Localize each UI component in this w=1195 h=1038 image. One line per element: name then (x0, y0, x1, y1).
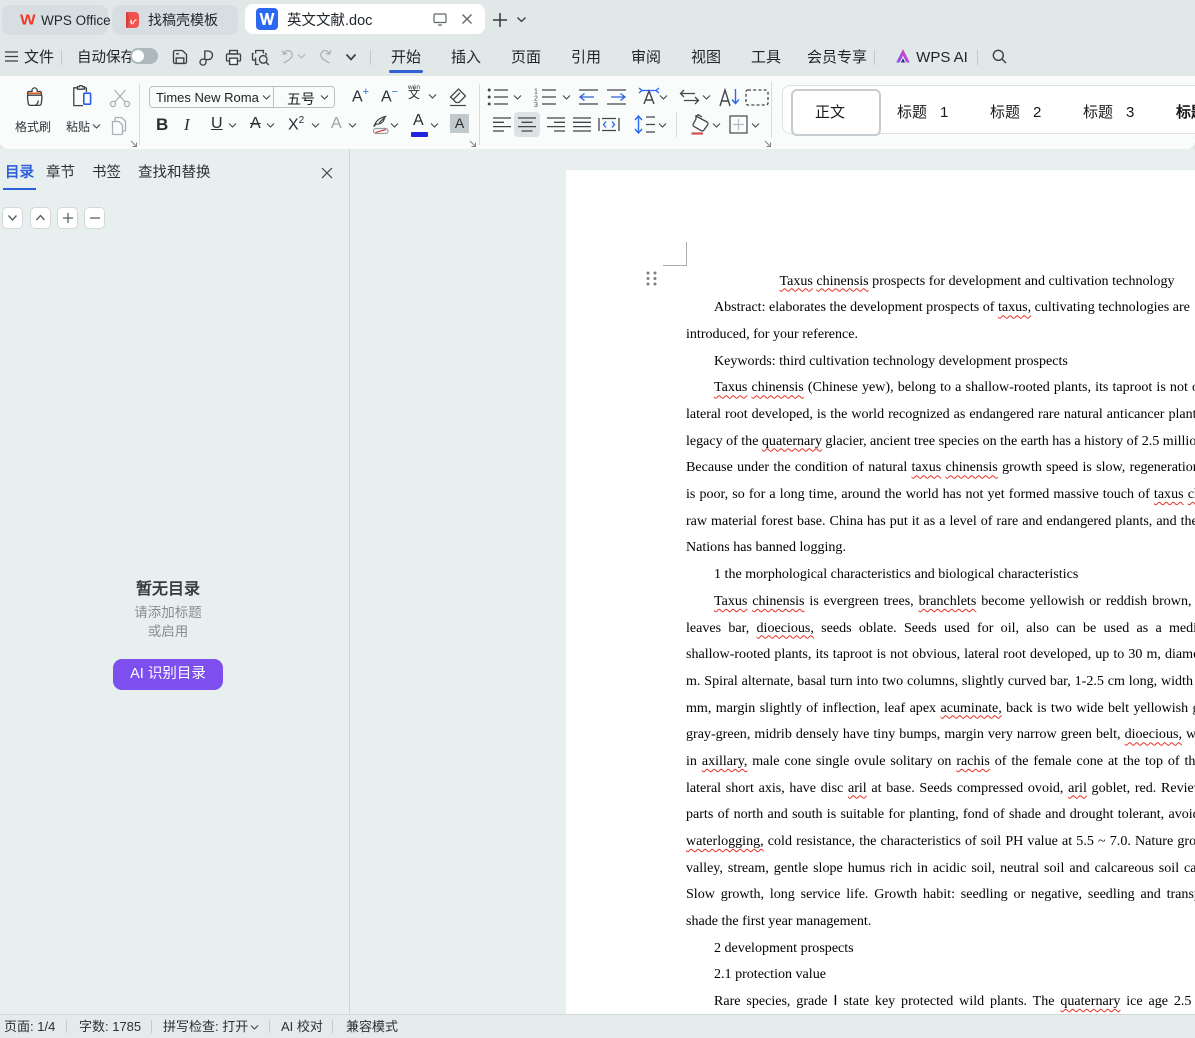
svg-text:1: 1 (534, 89, 538, 96)
svg-text:3: 3 (534, 102, 538, 107)
